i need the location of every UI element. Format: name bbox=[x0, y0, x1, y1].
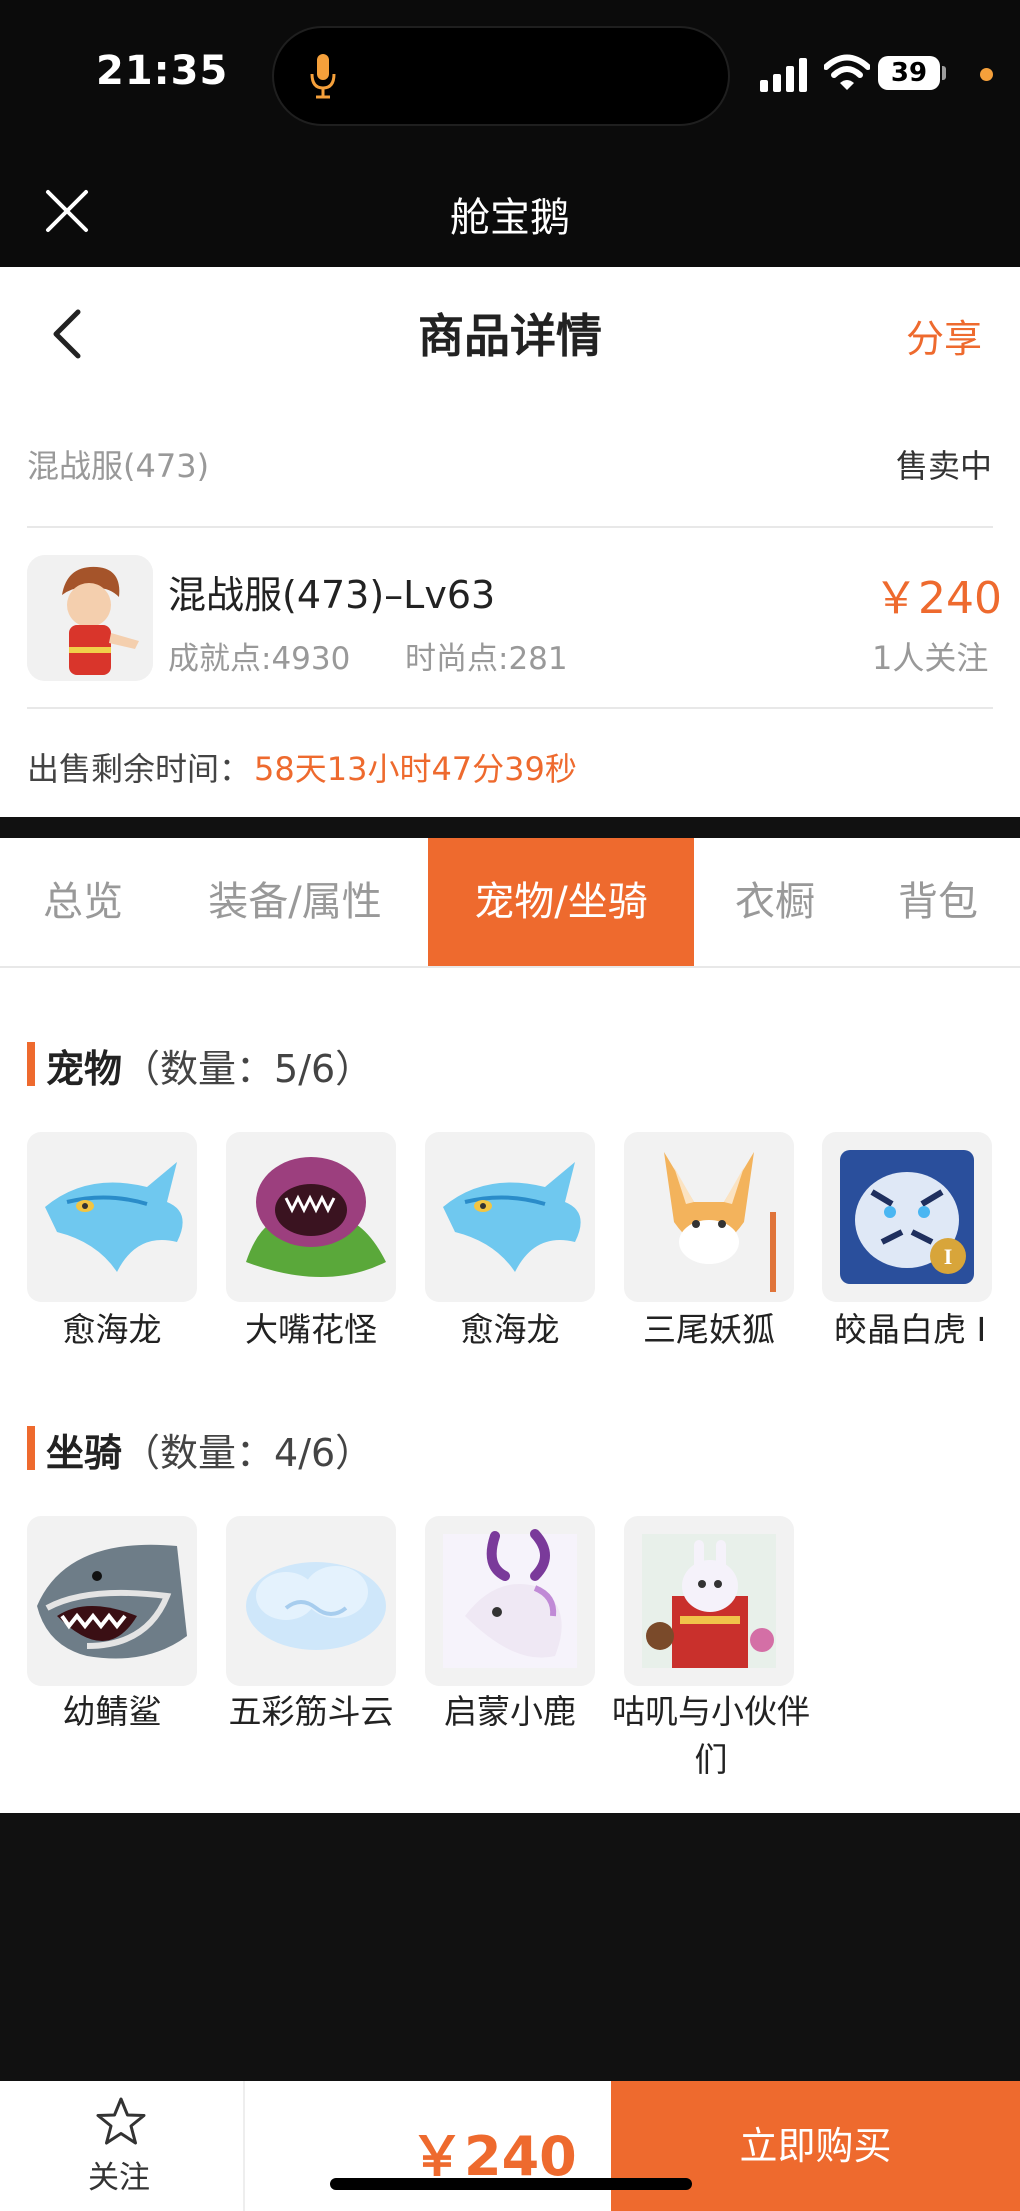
dynamic-island bbox=[272, 26, 730, 126]
pet-name: 大嘴花怪 bbox=[245, 1310, 377, 1349]
tab-wardrobe[interactable]: 衣橱 bbox=[714, 838, 836, 966]
pet-name: 愈海龙 bbox=[460, 1310, 560, 1349]
role-avatar bbox=[27, 555, 153, 681]
tab-backpack[interactable]: 背包 bbox=[876, 838, 1000, 966]
cloud-icon bbox=[246, 1562, 386, 1650]
mount-name: 咕叽与小伙伴们 bbox=[612, 1692, 810, 1779]
star-icon[interactable] bbox=[95, 2096, 147, 2148]
fox-icon bbox=[664, 1152, 776, 1292]
battery-tip bbox=[942, 66, 946, 80]
mount-item[interactable] bbox=[425, 1516, 595, 1686]
flower-monster-icon bbox=[246, 1157, 386, 1277]
pets-mounts-panel bbox=[0, 968, 1020, 1813]
remaining-time-value: 58天13小时47分39秒 bbox=[254, 750, 577, 788]
rabbit-friends-icon bbox=[642, 1534, 776, 1668]
character-avatar-icon bbox=[27, 555, 153, 681]
mount-item[interactable] bbox=[226, 1516, 396, 1686]
page-title: 商品详情 bbox=[418, 309, 602, 363]
status-time: 21:35 bbox=[96, 48, 229, 94]
mount-name: 启蒙小鹿 bbox=[444, 1692, 576, 1731]
mount-name: 五彩筋斗云 bbox=[228, 1692, 394, 1731]
fashion-points: 时尚点:281 bbox=[405, 641, 568, 677]
mount-item[interactable] bbox=[27, 1516, 197, 1686]
divider bbox=[27, 526, 993, 528]
server-name: 混战服(473) bbox=[27, 447, 210, 485]
buy-now-button[interactable]: 立即购买 bbox=[611, 2081, 1020, 2211]
pet-name: 愈海龙 bbox=[62, 1310, 162, 1349]
section-accent bbox=[27, 1426, 35, 1470]
share-button[interactable]: 分享 bbox=[906, 308, 982, 363]
follow-button[interactable]: 关注 bbox=[88, 2152, 150, 2197]
section-accent bbox=[27, 1042, 35, 1086]
pet-item[interactable] bbox=[624, 1132, 794, 1302]
pets-section-title: 宠物（数量：5/6） bbox=[46, 1038, 373, 1093]
role-name: 混战服(473)–Lv63 bbox=[168, 573, 496, 617]
svg-text:I: I bbox=[944, 1244, 953, 1269]
tab-pets-mounts[interactable]: 宠物/坐骑 bbox=[428, 838, 694, 966]
pet-item[interactable] bbox=[425, 1132, 595, 1302]
privacy-indicator-dot bbox=[980, 68, 993, 81]
sale-status: 售卖中 bbox=[896, 447, 993, 485]
divider bbox=[243, 2081, 245, 2211]
white-tiger-icon: I bbox=[840, 1150, 974, 1284]
mounts-section-title: 坐骑（数量：4/6） bbox=[46, 1422, 373, 1477]
mount-name: 幼鲭鲨 bbox=[62, 1692, 162, 1731]
listing-price: ￥240 bbox=[874, 573, 1002, 624]
pet-item[interactable]: I bbox=[822, 1132, 992, 1302]
home-indicator bbox=[330, 2178, 692, 2190]
cellular-signal-icon bbox=[760, 58, 807, 92]
mounts-count: （数量：4/6） bbox=[122, 1431, 374, 1475]
remaining-time-label: 出售剩余时间： bbox=[27, 750, 252, 788]
achievement-points: 成就点:4930 bbox=[168, 641, 351, 677]
deer-icon bbox=[443, 1529, 577, 1668]
tab-equipment[interactable]: 装备/属性 bbox=[186, 838, 404, 966]
pet-name: 皎晶白虎 I bbox=[834, 1310, 987, 1349]
pets-title: 宠物 bbox=[46, 1047, 123, 1091]
battery-indicator: 39 bbox=[878, 56, 940, 90]
wifi-icon bbox=[824, 54, 870, 90]
blue-dragon-icon bbox=[45, 1162, 183, 1272]
mount-item[interactable] bbox=[624, 1516, 794, 1686]
tab-overview[interactable]: 总览 bbox=[20, 838, 146, 966]
pet-item[interactable] bbox=[226, 1132, 396, 1302]
blue-dragon-icon bbox=[443, 1162, 581, 1272]
pet-name: 三尾妖狐 bbox=[643, 1310, 775, 1349]
shark-icon bbox=[37, 1544, 187, 1659]
divider bbox=[27, 707, 993, 709]
pets-count: （数量：5/6） bbox=[122, 1047, 374, 1091]
pet-item[interactable] bbox=[27, 1132, 197, 1302]
app-title: 舱宝鹅 bbox=[450, 195, 570, 241]
mounts-title: 坐骑 bbox=[46, 1431, 123, 1475]
microphone-icon bbox=[310, 54, 336, 99]
follower-count: 1人关注 bbox=[872, 639, 989, 677]
